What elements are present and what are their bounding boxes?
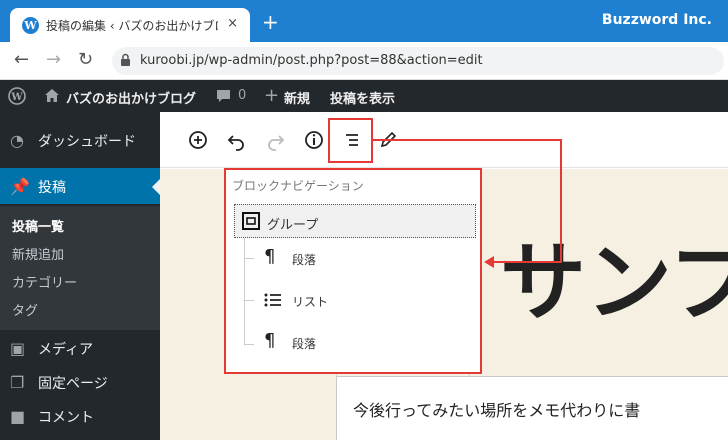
block-nav-label: 段落 bbox=[292, 337, 317, 351]
block-navigation-popover: ブロックナビゲーション グループ ¶ 段落 リスト ¶ 段落 bbox=[224, 168, 482, 374]
tree-tick bbox=[244, 344, 254, 345]
block-nav-item-list[interactable]: リスト bbox=[256, 284, 476, 318]
block-nav-item-paragraph[interactable]: ¶ 段落 bbox=[256, 326, 476, 360]
block-nav-label: リスト bbox=[292, 295, 329, 309]
block-nav-label: グループ bbox=[267, 218, 319, 233]
list-icon bbox=[264, 293, 281, 307]
paragraph-icon: ¶ bbox=[264, 330, 276, 351]
paragraph-icon: ¶ bbox=[264, 246, 276, 267]
tree-tick bbox=[244, 258, 254, 259]
block-nav-label: 段落 bbox=[292, 253, 317, 267]
block-nav-item-paragraph[interactable]: ¶ 段落 bbox=[256, 242, 476, 276]
popover-title: ブロックナビゲーション bbox=[232, 179, 364, 193]
tree-line bbox=[244, 238, 245, 346]
group-block-icon bbox=[242, 212, 260, 230]
block-nav-item-group[interactable]: グループ bbox=[234, 204, 476, 238]
tree-tick bbox=[244, 300, 254, 301]
